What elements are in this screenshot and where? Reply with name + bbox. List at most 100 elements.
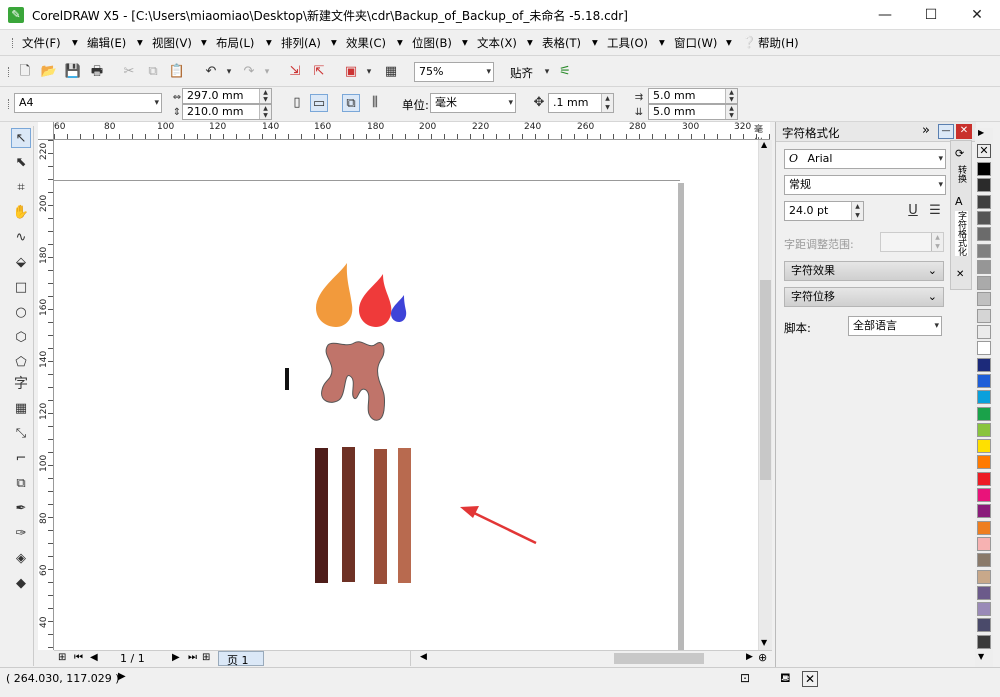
fill-bucket-icon[interactable]: ⛾: [780, 671, 791, 688]
page-height-field[interactable]: 210.0 mm ▲ ▼: [182, 104, 272, 120]
polygon-tool-icon[interactable]: ⬡: [11, 328, 31, 348]
grip-handle[interactable]: [8, 67, 12, 77]
connector-tool-icon[interactable]: ⌐: [11, 449, 31, 469]
help-icon[interactable]: ❔: [742, 35, 756, 49]
drawing-canvas[interactable]: [54, 140, 758, 650]
menu-dropdown-arrow[interactable]: ▾: [137, 35, 143, 49]
fill-tool-icon[interactable]: ◈: [11, 549, 31, 569]
menu-dropdown-arrow[interactable]: ▾: [659, 35, 665, 49]
all-pages-icon[interactable]: ⧉: [342, 94, 360, 112]
color-swatch[interactable]: [977, 178, 991, 193]
redo-icon[interactable]: ↷: [240, 63, 258, 81]
menu-dropdown-arrow[interactable]: ▾: [397, 35, 403, 49]
script-select[interactable]: 全部语言 ▾: [848, 316, 942, 336]
rectangle-tool-icon[interactable]: □: [11, 278, 31, 298]
first-page-icon[interactable]: ⏮: [74, 652, 83, 663]
color-swatch[interactable]: [977, 585, 991, 600]
undo-icon[interactable]: ↶: [202, 63, 220, 81]
menu-dropdown-arrow[interactable]: ▾: [527, 35, 533, 49]
palette-scroll-up-icon[interactable]: ▶: [978, 128, 984, 137]
units-select[interactable]: 毫米 ▾: [430, 93, 516, 113]
font-size-field[interactable]: 24.0 pt ▲ ▼: [784, 201, 864, 221]
color-swatch[interactable]: [977, 422, 991, 437]
character-icon[interactable]: A: [955, 195, 963, 208]
spinner-icon[interactable]: ▲ ▼: [931, 233, 943, 251]
color-swatch[interactable]: [977, 210, 991, 225]
menu-help[interactable]: 帮助(H): [758, 35, 799, 51]
undo-dropdown-icon[interactable]: ▾: [220, 63, 238, 81]
color-swatch[interactable]: [977, 406, 991, 421]
table-tool-icon[interactable]: ▦: [11, 399, 31, 419]
copy-icon[interactable]: ⧉: [144, 63, 162, 81]
color-swatch[interactable]: [977, 488, 991, 502]
scroll-right-icon[interactable]: ▶: [746, 652, 753, 662]
menu-table[interactable]: 表格(T): [542, 35, 581, 51]
dimension-tool-icon[interactable]: ⤡: [11, 424, 31, 444]
color-swatch[interactable]: [977, 618, 991, 633]
ruler-origin[interactable]: [38, 122, 54, 140]
menu-effects[interactable]: 效果(C): [346, 35, 386, 51]
color-swatch[interactable]: [977, 292, 991, 307]
paste-icon[interactable]: 📋: [168, 63, 186, 81]
next-page-icon[interactable]: ▶: [172, 652, 180, 663]
snap-to-label[interactable]: 贴齐: [510, 65, 533, 81]
character-offset-section[interactable]: 字符位移 ⌄: [784, 287, 944, 307]
color-swatch[interactable]: [977, 308, 991, 323]
page-tab[interactable]: 页 1: [218, 651, 264, 667]
minimize-docker-button[interactable]: —: [938, 124, 954, 139]
color-swatch[interactable]: [977, 439, 991, 454]
menu-dropdown-arrow[interactable]: ▾: [592, 35, 598, 49]
color-swatch[interactable]: [977, 471, 991, 486]
color-swatch[interactable]: [977, 455, 991, 470]
menu-tools[interactable]: 工具(O): [607, 35, 648, 51]
add-page-after-icon[interactable]: ⊞: [202, 652, 210, 663]
font-family-select[interactable]: O Arial ▾: [784, 149, 946, 169]
menu-view[interactable]: 视图(V): [152, 35, 192, 51]
menu-dropdown-arrow[interactable]: ▾: [331, 35, 337, 49]
crop-tool-icon[interactable]: ⌗: [11, 178, 31, 198]
open-folder-icon[interactable]: 📂: [40, 63, 58, 81]
close-docker-button[interactable]: ✕: [956, 124, 972, 139]
text-settings-icon[interactable]: ☰: [926, 202, 944, 220]
welcome-screen-icon[interactable]: ▦: [382, 63, 400, 81]
eyedropper-tool-icon[interactable]: ✒: [11, 499, 31, 519]
menu-arrange[interactable]: 排列(A): [281, 35, 321, 51]
new-document-icon[interactable]: 🗋: [16, 63, 34, 81]
outline-pen-icon[interactable]: ✑: [11, 524, 31, 544]
menu-dropdown-arrow[interactable]: ▾: [201, 35, 207, 49]
duplicate-x-field[interactable]: 5.0 mm ▲ ▼: [648, 88, 738, 104]
landscape-icon[interactable]: ▭: [310, 94, 328, 112]
menu-bitmaps[interactable]: 位图(B): [412, 35, 452, 51]
blend-tool-icon[interactable]: ⧉: [11, 474, 31, 494]
font-style-select[interactable]: 常规 ▾: [784, 175, 946, 195]
menu-file[interactable]: 文件(F): [22, 35, 61, 51]
portrait-icon[interactable]: ▯: [288, 94, 306, 112]
color-swatch[interactable]: [977, 259, 991, 274]
color-swatch[interactable]: [977, 341, 991, 356]
pick-tool-icon[interactable]: ↖: [11, 128, 31, 148]
grip-handle[interactable]: [8, 99, 12, 109]
previous-page-icon[interactable]: ◀: [90, 652, 98, 663]
ellipse-tool-icon[interactable]: ○: [11, 303, 31, 323]
options-icon[interactable]: ⚟: [556, 63, 574, 81]
grip-handle[interactable]: [12, 38, 16, 48]
page-width-field[interactable]: 297.0 mm ▲ ▼: [182, 88, 272, 104]
last-page-icon[interactable]: ⏭: [188, 652, 197, 663]
color-swatch[interactable]: [977, 162, 991, 176]
pan-tool-icon[interactable]: ✋: [11, 203, 31, 223]
color-swatch[interactable]: [977, 373, 991, 388]
color-swatch[interactable]: [977, 357, 991, 372]
expand-status-icon[interactable]: ▶: [118, 671, 126, 682]
color-swatch[interactable]: [977, 536, 991, 551]
menu-window[interactable]: 窗口(W): [674, 35, 717, 51]
palette-scroll-down-icon[interactable]: ▼: [978, 652, 984, 661]
menu-dropdown-arrow[interactable]: ▾: [266, 35, 272, 49]
interactive-fill-icon[interactable]: ◆: [11, 574, 31, 594]
document-palette-icon[interactable]: ⊡: [740, 671, 750, 685]
color-swatch[interactable]: [977, 520, 991, 535]
save-icon[interactable]: 💾: [64, 63, 82, 81]
transform-icon[interactable]: ⟳: [955, 147, 964, 160]
spinner-icon[interactable]: ▲ ▼: [259, 89, 271, 103]
color-swatch[interactable]: [977, 325, 991, 339]
outline-none-icon[interactable]: ✕: [802, 671, 818, 687]
